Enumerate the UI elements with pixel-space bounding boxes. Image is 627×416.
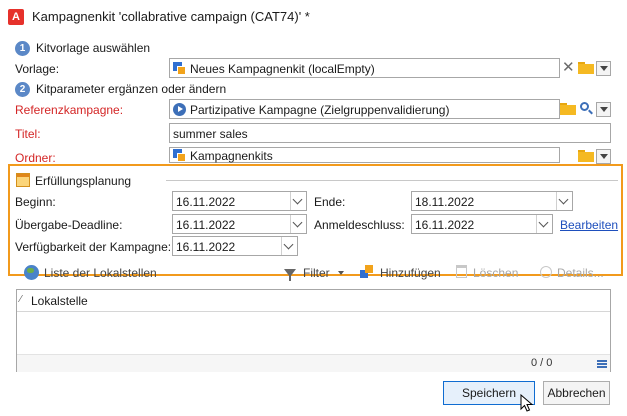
add-icon[interactable] xyxy=(360,265,374,279)
column-header-lokalstelle[interactable]: Lokalstelle xyxy=(31,294,88,308)
globe-icon xyxy=(24,265,39,280)
verfuegbarkeit-label: Verfügbarkeit der Kampagne: xyxy=(15,240,172,254)
hinzufuegen-button[interactable]: Hinzufügen xyxy=(380,266,441,280)
titel-input[interactable]: summer sales xyxy=(169,123,611,143)
referenzkampagne-label: Referenzkampagne: xyxy=(15,103,124,117)
ende-value: 18.11.2022 xyxy=(415,195,475,209)
chevron-down-icon[interactable] xyxy=(290,192,306,210)
step-1-badge: 1 xyxy=(15,41,30,56)
uebergabe-value: 16.11.2022 xyxy=(176,218,236,232)
verfuegbarkeit-date-picker[interactable]: 16.11.2022 xyxy=(172,236,298,256)
uebergabe-date-picker[interactable]: 16.11.2022 xyxy=(172,214,307,234)
grid-header: ⁄ Lokalstelle xyxy=(17,290,610,312)
anmeldeschluss-label: Anmeldeschluss: xyxy=(314,218,405,232)
calendar-icon xyxy=(16,173,30,187)
ordner-value: Kampagnenkits xyxy=(190,149,273,163)
step-2-badge: 2 xyxy=(15,82,30,97)
link-icon xyxy=(173,149,186,162)
step-1-label: Kitvorlage auswählen xyxy=(36,41,151,55)
referenzkampagne-dropdown-button[interactable] xyxy=(596,102,611,117)
folder-icon[interactable] xyxy=(578,150,594,162)
chevron-down-icon[interactable] xyxy=(281,237,297,255)
ordner-label: Ordner: xyxy=(15,151,56,165)
grid-footer: 0 / 0 xyxy=(17,354,610,372)
vorlage-field[interactable]: Neues Kampagnenkit (localEmpty) xyxy=(169,58,560,78)
bearbeiten-link[interactable]: Bearbeiten xyxy=(560,218,618,232)
chevron-down-icon[interactable] xyxy=(290,215,306,233)
filter-dropdown-caret-icon[interactable] xyxy=(338,271,344,275)
titel-label: Titel: xyxy=(15,127,41,141)
vorlage-value: Neues Kampagnenkit (localEmpty) xyxy=(190,62,375,76)
fulfillment-group-label: Erfüllungsplanung xyxy=(35,174,132,188)
link-icon xyxy=(173,62,186,75)
grid-menu-icon[interactable] xyxy=(597,360,607,368)
anmeldeschluss-value: 16.11.2022 xyxy=(415,218,475,232)
chevron-down-icon[interactable] xyxy=(536,215,552,233)
clear-icon[interactable]: ✕ xyxy=(562,60,575,75)
beginn-date-picker[interactable]: 16.11.2022 xyxy=(172,191,307,211)
sort-indicator-icon[interactable]: ⁄ xyxy=(20,294,22,305)
ordner-dropdown-button[interactable] xyxy=(596,149,611,164)
cancel-button[interactable]: Abbrechen xyxy=(543,381,610,405)
title-bar: A Kampagnenkit 'collabrative campaign (C… xyxy=(0,0,627,34)
referenzkampagne-field[interactable]: Partizipative Kampagne (Zielgruppenvalid… xyxy=(169,99,560,119)
trash-icon xyxy=(456,265,467,278)
vorlage-dropdown-button[interactable] xyxy=(596,61,611,76)
verfuegbarkeit-value: 16.11.2022 xyxy=(176,240,236,254)
filter-button[interactable]: Filter xyxy=(303,266,330,280)
beginn-label: Beginn: xyxy=(15,195,56,209)
lokalstellen-grid[interactable]: ⁄ Lokalstelle 0 / 0 xyxy=(16,289,611,372)
anmeldeschluss-date-picker[interactable]: 16.11.2022 xyxy=(411,214,553,234)
folder-icon[interactable] xyxy=(560,103,576,115)
adobe-logo-icon: A xyxy=(8,9,24,25)
details-icon xyxy=(540,266,552,278)
group-divider xyxy=(166,180,618,181)
mouse-cursor-icon xyxy=(520,394,534,412)
window-title: Kampagnenkit 'collabrative campaign (CAT… xyxy=(32,9,310,24)
titel-value: summer sales xyxy=(173,127,248,141)
vorlage-label: Vorlage: xyxy=(15,62,60,76)
beginn-value: 16.11.2022 xyxy=(176,195,236,209)
ende-date-picker[interactable]: 18.11.2022 xyxy=(411,191,573,211)
folder-icon[interactable] xyxy=(578,62,594,74)
step-2-label: Kitparameter ergänzen oder ändern xyxy=(36,82,227,96)
filter-icon[interactable] xyxy=(284,269,296,281)
ordner-field[interactable]: Kampagnenkits xyxy=(169,147,560,163)
campaign-icon xyxy=(173,103,186,116)
chevron-down-icon[interactable] xyxy=(556,192,572,210)
ende-label: Ende: xyxy=(314,195,346,209)
referenzkampagne-value: Partizipative Kampagne (Zielgruppenvalid… xyxy=(190,103,450,117)
loeschen-button[interactable]: Löschen xyxy=(473,266,518,280)
liste-der-lokalstellen-label: Liste der Lokalstellen xyxy=(44,266,157,280)
details-button[interactable]: Details... xyxy=(557,266,604,280)
search-icon[interactable] xyxy=(579,102,593,116)
record-count: 0 / 0 xyxy=(531,357,553,369)
uebergabe-label: Übergabe-Deadline: xyxy=(15,218,123,232)
